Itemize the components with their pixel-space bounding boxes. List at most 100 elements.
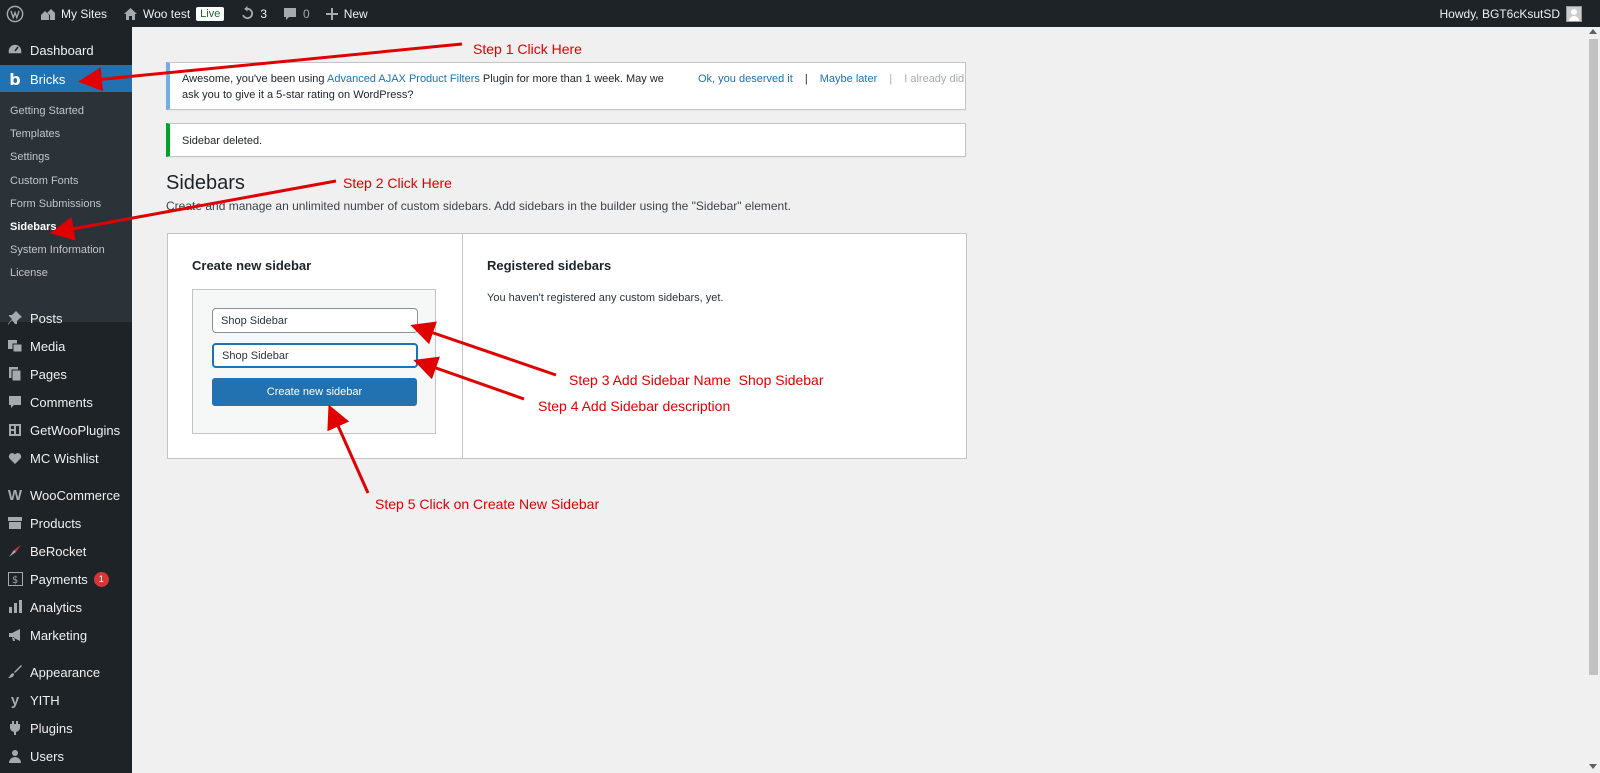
menu-label: BeRocket	[30, 543, 87, 559]
plugin-link[interactable]: Advanced AJAX Product Filters	[327, 73, 480, 85]
menu-item-comments[interactable]: Comments	[0, 388, 132, 416]
sidebar-description-input[interactable]	[212, 343, 418, 368]
annotation-step-4: Step 4 Add Sidebar description	[538, 398, 731, 414]
menu-label: Media	[30, 338, 66, 354]
rating-actions: Ok, you deserved it | Maybe later | I al…	[698, 71, 964, 87]
new-content-menu[interactable]: New	[318, 0, 376, 27]
submenu-item-getting-started[interactable]: Getting Started	[10, 105, 84, 117]
submenu-item-form-submissions[interactable]: Form Submissions	[10, 198, 101, 210]
menu-label: Pages	[30, 366, 67, 382]
already-did-link[interactable]: I already did	[904, 73, 964, 85]
menu-item-dashboard[interactable]: Dashboard	[0, 36, 132, 64]
my-sites-menu[interactable]: My Sites	[32, 0, 115, 27]
menu-item-woocommerce[interactable]: W WooCommerce	[0, 481, 132, 509]
payments-count-badge: 1	[93, 571, 109, 587]
dashboard-icon	[6, 41, 24, 59]
submenu-item-sidebars[interactable]: Sidebars	[10, 221, 56, 233]
submenu-item-templates[interactable]: Templates	[10, 128, 60, 140]
menu-item-payments[interactable]: $ Payments 1	[0, 565, 132, 593]
success-notice-text: Sidebar deleted.	[182, 135, 263, 147]
menu-item-pages[interactable]: Pages	[0, 360, 132, 388]
menu-item-posts[interactable]: Posts	[0, 304, 132, 332]
page-description: Create and manage an unlimited number of…	[166, 199, 791, 213]
pin-icon	[6, 309, 24, 327]
menu-item-analytics[interactable]: Analytics	[0, 593, 132, 621]
menu-item-plugins[interactable]: Plugins	[0, 714, 132, 742]
menu-label: Marketing	[30, 627, 88, 643]
menu-label: Analytics	[30, 599, 83, 615]
menu-item-getwooplugins[interactable]: GetWooPlugins	[0, 416, 132, 444]
menu-label: Payments	[30, 571, 88, 587]
wordpress-logo-menu[interactable]	[0, 0, 32, 27]
menu-item-users[interactable]: Users	[0, 742, 132, 770]
my-sites-label: My Sites	[61, 6, 108, 21]
menu-label: WooCommerce	[30, 487, 121, 503]
menu-item-yith[interactable]: y YITH	[0, 686, 132, 714]
create-sidebar-title: Create new sidebar	[192, 258, 312, 273]
menu-label: YITH	[30, 692, 60, 708]
updates-menu[interactable]: 3	[232, 0, 275, 27]
ok-deserved-link[interactable]: Ok, you deserved it	[698, 73, 793, 85]
updates-count: 3	[260, 6, 268, 21]
payments-icon: $	[6, 570, 24, 588]
archive-icon	[6, 514, 24, 532]
annotation-step-3: Step 3 Add Sidebar Name Shop Sidebar	[569, 372, 824, 388]
rocket-icon	[6, 542, 24, 560]
wordpress-icon	[6, 5, 24, 22]
notice-text-before: Awesome, you've been using	[182, 73, 327, 85]
menu-label: Plugins	[30, 720, 73, 736]
panel-divider	[462, 233, 463, 459]
menu-label: Comments	[30, 394, 93, 410]
menu-item-media[interactable]: Media	[0, 332, 132, 360]
account-menu[interactable]: Howdy, BGT6cKsutSD	[1432, 0, 1600, 27]
users-icon	[6, 747, 24, 765]
menu-label: GetWooPlugins	[30, 422, 121, 438]
menu-item-bricks[interactable]: b Bricks	[0, 65, 132, 93]
site-name-menu[interactable]: Woo test Live	[115, 0, 232, 27]
scroll-up-arrow-icon[interactable]	[1589, 29, 1597, 34]
submenu-item-settings[interactable]: Settings	[10, 151, 50, 163]
annotation-step-5: Step 5 Click on Create New Sidebar	[375, 496, 600, 512]
heart-icon	[6, 449, 24, 467]
submenu-item-license[interactable]: License	[10, 267, 48, 279]
page-scrollbar[interactable]	[1586, 27, 1600, 773]
maybe-later-link[interactable]: Maybe later	[820, 73, 877, 85]
separator: |	[889, 73, 893, 85]
menu-item-marketing[interactable]: Marketing	[0, 621, 132, 649]
menu-item-mc-wishlist[interactable]: MC Wishlist	[0, 444, 132, 472]
create-new-sidebar-button[interactable]: Create new sidebar	[212, 378, 417, 406]
bricks-icon: b	[9, 69, 21, 89]
pages-icon	[6, 365, 24, 383]
menu-item-appearance[interactable]: Appearance	[0, 658, 132, 686]
rating-notice-text: Awesome, you've been using Advanced AJAX…	[182, 71, 672, 103]
sidebar-name-input[interactable]	[212, 308, 418, 333]
avatar	[1566, 5, 1582, 22]
scroll-down-arrow-icon[interactable]	[1589, 764, 1597, 769]
updates-icon	[242, 6, 254, 20]
submenu-item-system-information[interactable]: System Information	[10, 244, 105, 256]
no-sidebars-message: You haven't registered any custom sideba…	[487, 292, 724, 304]
plus-icon	[325, 7, 338, 20]
submenu-item-custom-fonts[interactable]: Custom Fonts	[10, 175, 78, 187]
page-title: Sidebars	[166, 172, 245, 194]
menu-label: MC Wishlist	[30, 450, 99, 466]
comments-icon	[6, 393, 24, 411]
svg-text:$: $	[12, 575, 18, 586]
yith-icon: y	[10, 691, 20, 709]
menu-label: Posts	[30, 310, 63, 326]
howdy-text: Howdy, BGT6cKsutSD	[1439, 6, 1560, 21]
comments-menu[interactable]: 0	[275, 0, 318, 27]
registered-sidebars-title: Registered sidebars	[487, 258, 612, 273]
getwooplugins-icon	[6, 421, 24, 439]
media-icon	[6, 337, 24, 355]
menu-item-berocket[interactable]: BeRocket	[0, 537, 132, 565]
comment-icon	[284, 7, 297, 20]
scrollbar-thumb[interactable]	[1589, 39, 1598, 675]
paintbrush-icon	[6, 663, 24, 681]
live-badge: Live	[196, 6, 225, 21]
annotation-step-2: Step 2 Click Here	[343, 175, 452, 191]
menu-item-products[interactable]: Products	[0, 509, 132, 537]
new-label: New	[343, 6, 368, 21]
my-sites-icon	[41, 8, 55, 20]
annotation-step-1: Step 1 Click Here	[473, 41, 582, 57]
